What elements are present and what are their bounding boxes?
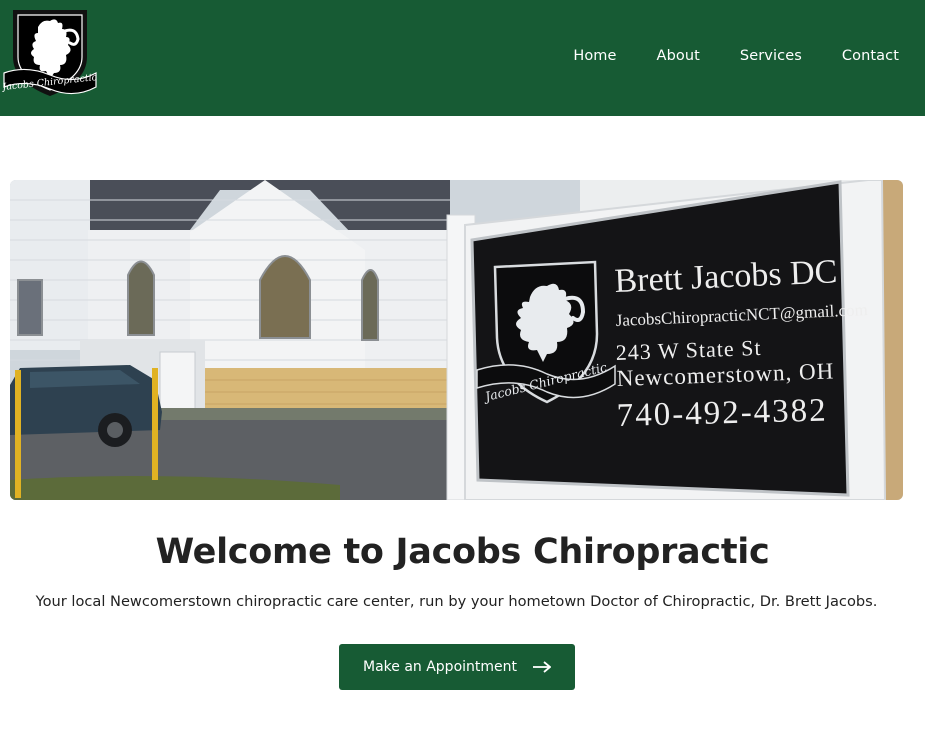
nav-services-link[interactable]: Services bbox=[740, 48, 802, 64]
lion-crest-icon: Jacobs Chiropractic bbox=[0, 10, 98, 97]
nav-contact-link[interactable]: Contact bbox=[842, 48, 899, 64]
nav-about-link[interactable]: About bbox=[657, 48, 700, 64]
hero-image: Jacobs Chiropractic Brett Jacobs DC Jaco… bbox=[10, 180, 903, 500]
office-sign-photo: Jacobs Chiropractic Brett Jacobs DC Jaco… bbox=[10, 180, 903, 500]
main-nav: Home About Services Contact bbox=[573, 48, 899, 64]
site-header: Jacobs Chiropractic Home About Services … bbox=[0, 0, 925, 116]
sign-address-line1: 243 W State St bbox=[615, 335, 762, 365]
sign-phone-text: 740-492-4382 bbox=[616, 392, 828, 434]
welcome-heading: Welcome to Jacobs Chiropractic bbox=[155, 532, 770, 572]
site-logo[interactable]: Jacobs Chiropractic bbox=[0, 7, 98, 103]
welcome-tagline: Your local Newcomerstown chiropractic ca… bbox=[35, 593, 878, 610]
arrow-right-icon bbox=[533, 661, 551, 673]
make-appointment-button[interactable]: Make an Appointment bbox=[339, 644, 575, 690]
make-appointment-label: Make an Appointment bbox=[362, 659, 517, 675]
nav-home-link[interactable]: Home bbox=[573, 48, 616, 64]
